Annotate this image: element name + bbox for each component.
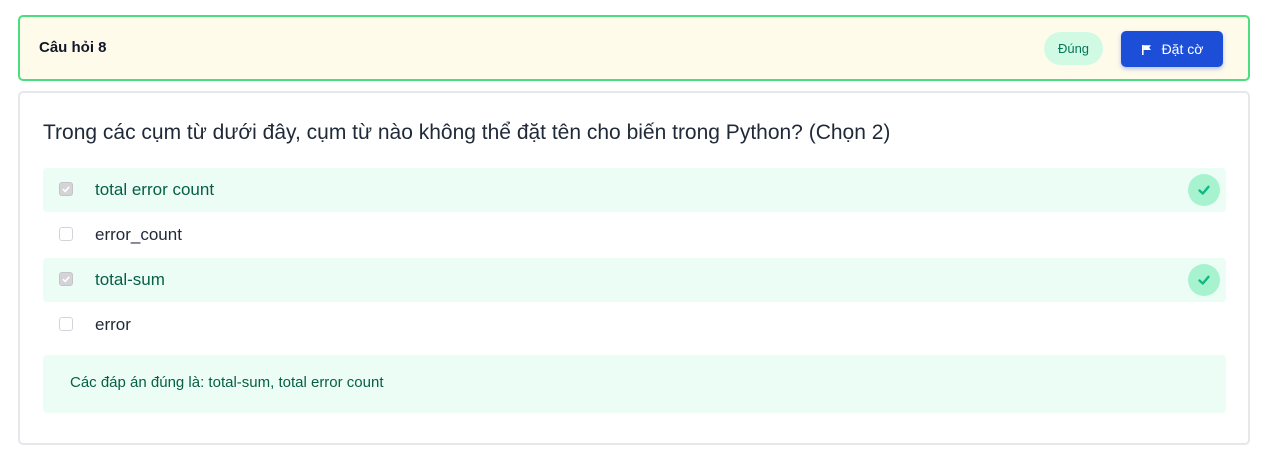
- option-total-sum[interactable]: total-sum: [43, 258, 1226, 302]
- question-card: Trong các cụm từ dưới đây, cụm từ nào kh…: [18, 91, 1250, 445]
- option-label: error: [95, 315, 131, 334]
- option-total-error-count[interactable]: total error count: [43, 168, 1226, 212]
- option-error-count[interactable]: error_count: [43, 213, 1226, 257]
- option-checkbox[interactable]: [59, 272, 73, 286]
- question-text: Trong các cụm từ dưới đây, cụm từ nào kh…: [43, 121, 891, 144]
- answer-feedback: Các đáp án đúng là: total-sum, total err…: [43, 355, 1226, 413]
- answer-feedback-text: Các đáp án đúng là: total-sum, total err…: [70, 374, 384, 391]
- status-badge: Đúng: [1044, 32, 1103, 65]
- flag-button[interactable]: Đặt cờ: [1121, 31, 1223, 67]
- option-label: error_count: [95, 225, 182, 244]
- option-checkbox[interactable]: [59, 317, 73, 331]
- flag-icon: [1141, 44, 1152, 55]
- option-label: total error count: [95, 180, 215, 199]
- option-checkbox[interactable]: [59, 227, 73, 241]
- correct-check-icon: [1188, 174, 1220, 206]
- question-number: Câu hỏi 8: [39, 39, 107, 56]
- option-checkbox[interactable]: [59, 182, 73, 196]
- option-label: total-sum: [95, 270, 165, 289]
- question-header: Câu hỏi 8 Đúng Đặt cờ: [18, 15, 1250, 81]
- flag-button-label: Đặt cờ: [1161, 41, 1204, 57]
- option-error[interactable]: error: [43, 303, 1226, 347]
- correct-check-icon: [1188, 264, 1220, 296]
